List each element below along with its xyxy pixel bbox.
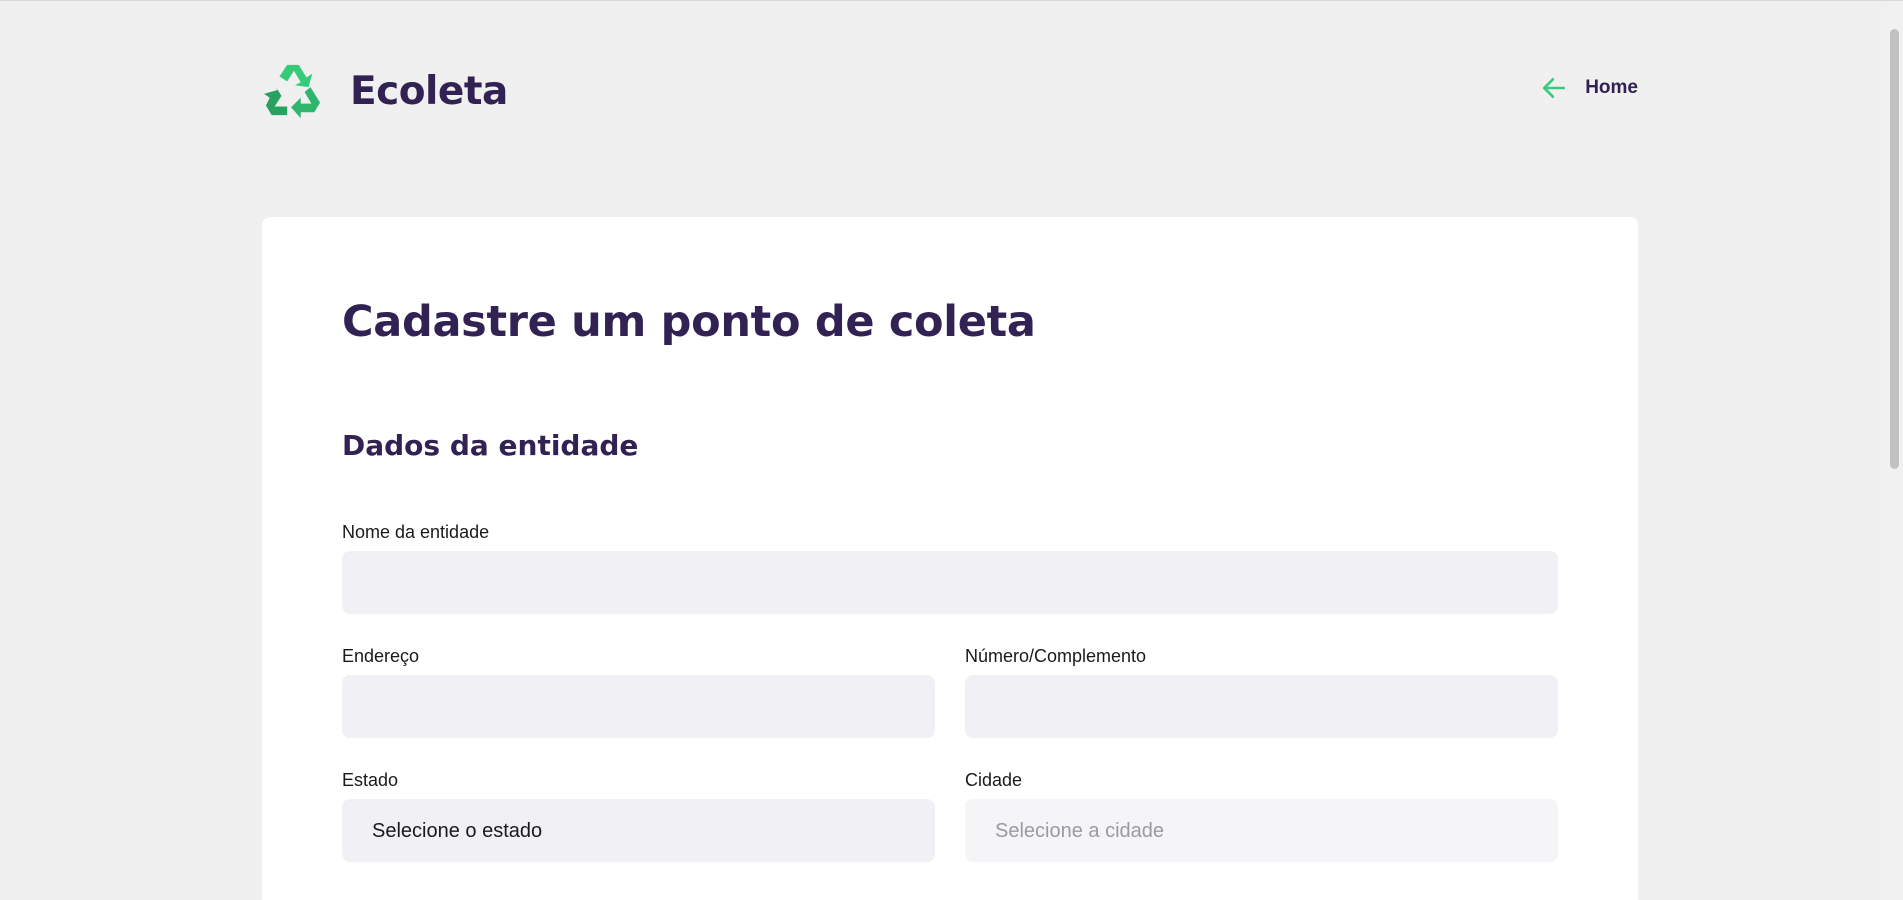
number-complement-input[interactable] <box>965 675 1558 738</box>
header: Ecoleta Home <box>262 61 1638 121</box>
state-label: Estado <box>342 770 399 790</box>
address-field-group: Endereço <box>342 646 935 738</box>
section-title: Dados da entidade <box>342 429 639 462</box>
page: Ecoleta Home Cadastre um ponto de coleta… <box>0 0 1903 900</box>
scrollbar[interactable] <box>1886 1 1903 900</box>
home-label: Home <box>1585 77 1638 98</box>
register-form-card: Cadastre um ponto de coleta Dados da ent… <box>262 217 1638 900</box>
city-field-group: Cidade Selecione a cidade <box>965 770 1558 862</box>
name-field-group: Nome da entidade <box>342 522 1558 614</box>
number-label: Número/Complemento <box>965 646 1147 666</box>
page-title: Cadastre um ponto de coleta <box>342 297 1036 347</box>
address-input[interactable] <box>342 675 935 738</box>
logo[interactable]: Ecoleta <box>262 61 508 121</box>
brand-name: Ecoleta <box>350 68 508 114</box>
address-label: Endereço <box>342 646 420 666</box>
city-select[interactable]: Selecione a cidade <box>965 799 1558 862</box>
state-field-group: Estado Selecione o estado <box>342 770 935 862</box>
name-label: Nome da entidade <box>342 522 490 542</box>
recycle-icon <box>264 64 321 119</box>
arrow-left-icon <box>1543 78 1566 98</box>
state-select[interactable]: Selecione o estado <box>342 799 935 862</box>
city-label: Cidade <box>965 770 1023 790</box>
scrollbar-thumb[interactable] <box>1890 29 1899 469</box>
number-field-group: Número/Complemento <box>965 646 1558 738</box>
home-link[interactable]: Home <box>1541 75 1638 101</box>
entity-name-input[interactable] <box>342 551 1558 614</box>
